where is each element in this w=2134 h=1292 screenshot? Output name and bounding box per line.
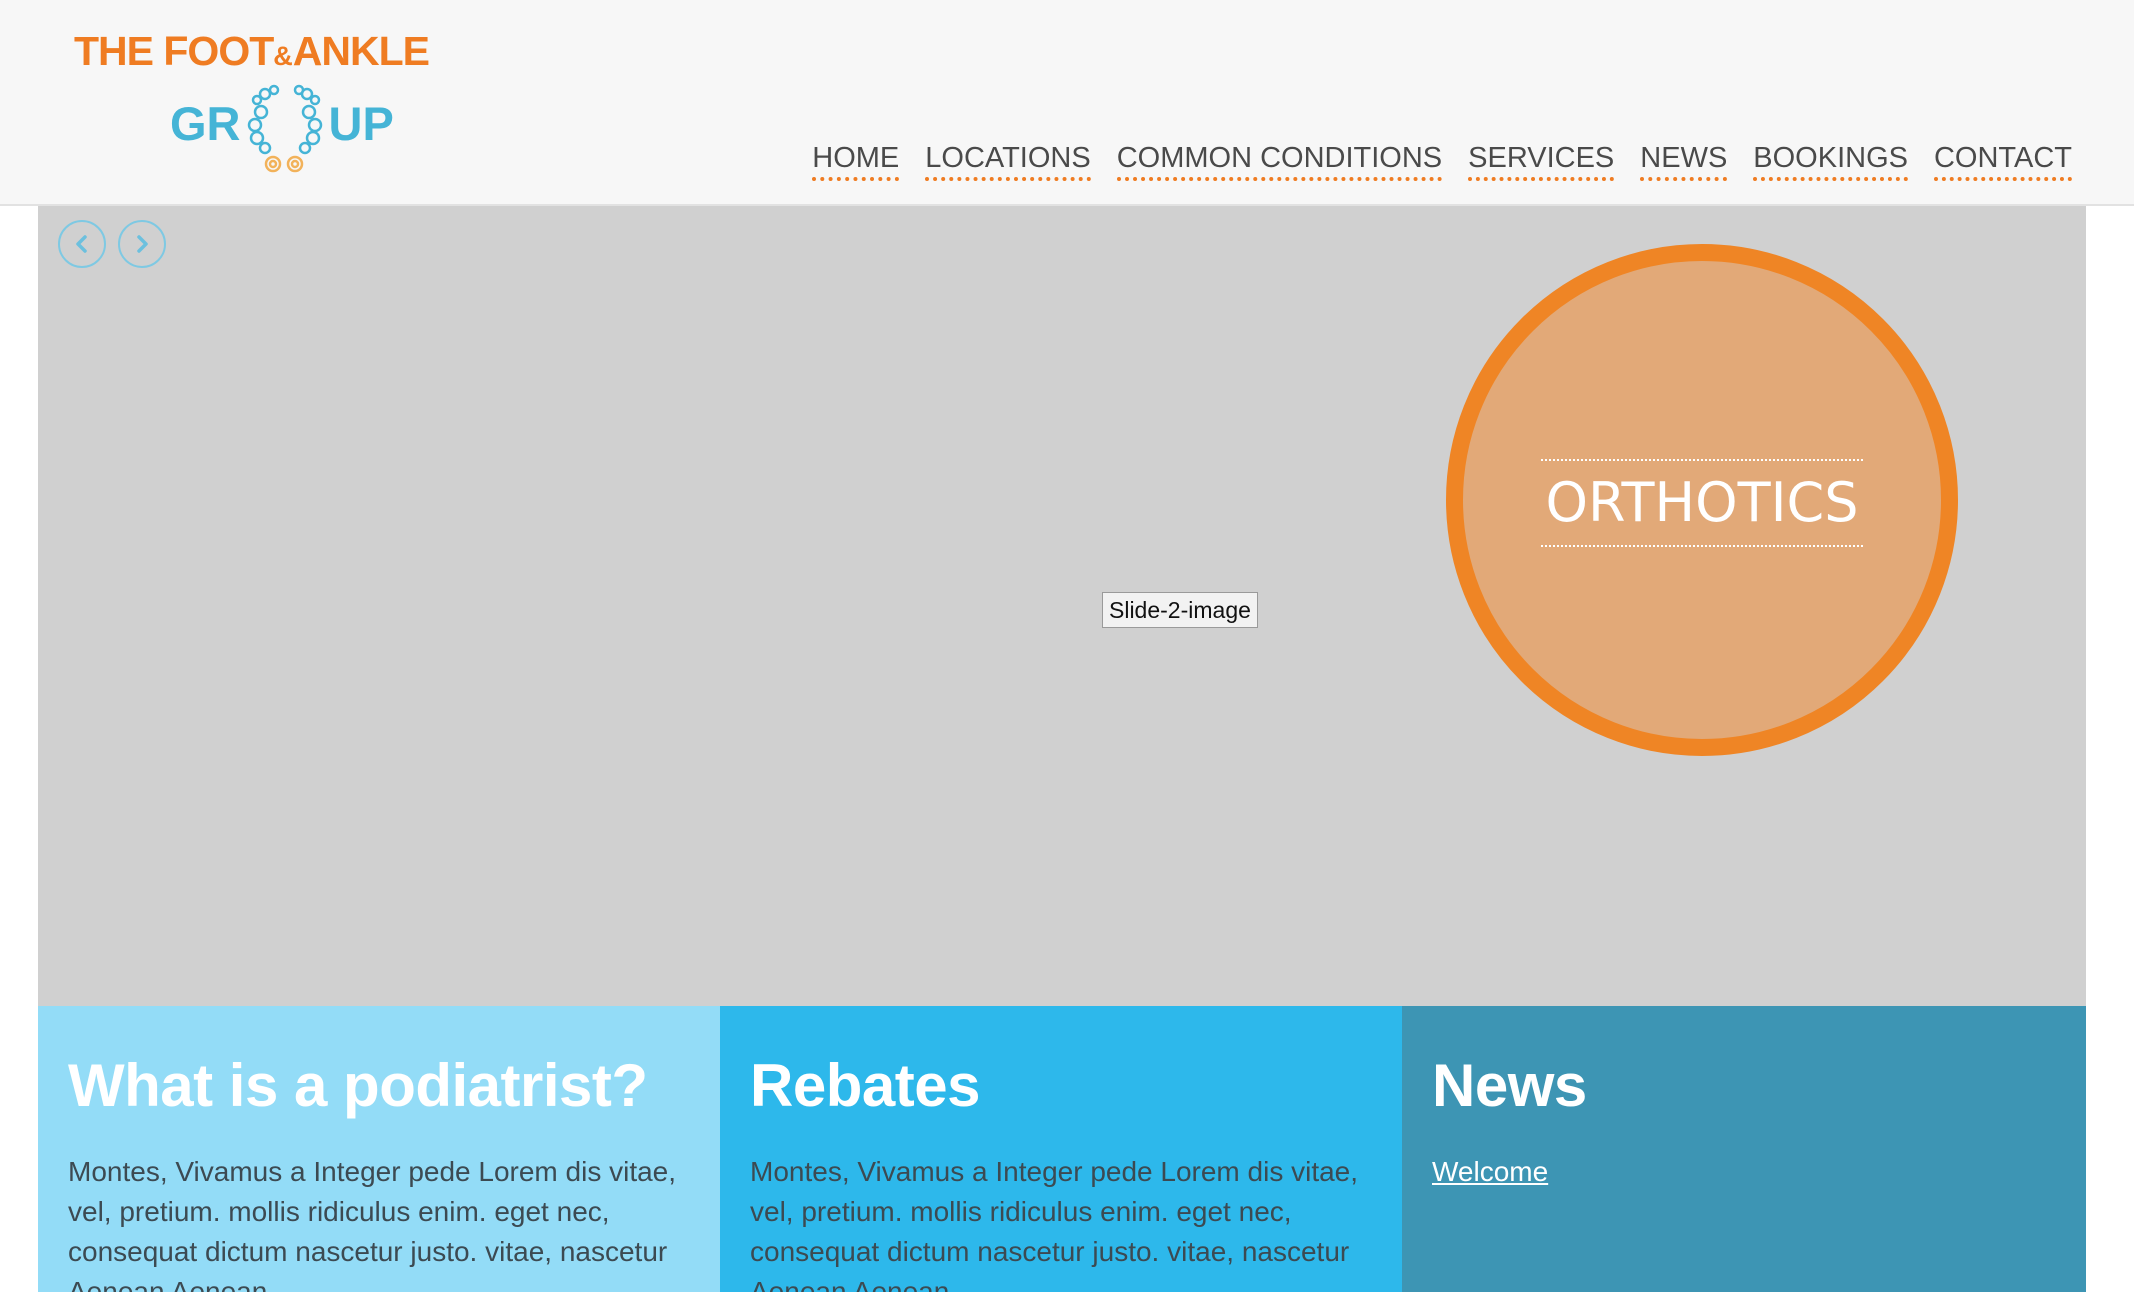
logo-text-gr: GR	[170, 97, 241, 150]
main-nav: HOME LOCATIONS COMMON CONDITIONS SERVICE…	[812, 141, 2072, 181]
feature-text: Montes, Vivamus a Integer pede Lorem dis…	[750, 1156, 1359, 1292]
slide-caption-circle[interactable]: ORTHOTICS	[1446, 244, 1958, 756]
slider-prev-button[interactable]	[58, 220, 106, 268]
logo-wordmark-bottom: GR UP	[170, 84, 394, 173]
logo-text-ankle: ANKLE	[292, 28, 430, 74]
logo-wordmark-top: THE FOOT&ANKLE	[74, 28, 430, 79]
chevron-right-icon	[137, 235, 148, 253]
chevron-left-icon	[76, 235, 87, 253]
nav-common-conditions[interactable]: COMMON CONDITIONS	[1116, 141, 1443, 181]
feature-box-podiatrist: What is a podiatrist? Montes, Vivamus a …	[38, 1006, 720, 1292]
logo-text-foot: THE FOOT	[74, 28, 274, 74]
feature-box-rebates: Rebates Montes, Vivamus a Integer pede L…	[720, 1006, 1402, 1292]
logo-ampersand: &	[273, 41, 293, 71]
slide-image-placeholder: Slide-2-image	[1102, 592, 1258, 628]
nav-home[interactable]: HOME	[812, 141, 900, 181]
site-logo[interactable]: THE FOOT&ANKLE GR UP	[72, 26, 482, 173]
feature-title[interactable]: News	[1432, 1044, 2056, 1128]
hero-slider: Slide-2-image ORTHOTICS	[38, 206, 2086, 1006]
slider-next-button[interactable]	[118, 220, 166, 268]
nav-locations[interactable]: LOCATIONS	[925, 141, 1091, 181]
feature-boxes: What is a podiatrist? Montes, Vivamus a …	[38, 1006, 2086, 1292]
slide-caption-text: ORTHOTICS	[1541, 459, 1863, 547]
news-link-welcome[interactable]: Welcome	[1432, 1152, 1548, 1192]
feature-box-news: News Welcome	[1402, 1006, 2086, 1292]
nav-services[interactable]: SERVICES	[1468, 141, 1615, 181]
feature-title[interactable]: Rebates	[750, 1044, 1372, 1128]
footprints-icon	[247, 84, 322, 173]
nav-contact[interactable]: CONTACT	[1933, 141, 2072, 181]
feature-title[interactable]: What is a podiatrist?	[68, 1044, 690, 1128]
nav-bookings[interactable]: BOOKINGS	[1753, 141, 1908, 181]
feature-text: Montes, Vivamus a Integer pede Lorem dis…	[68, 1156, 677, 1292]
site-header: THE FOOT&ANKLE GR UP HOME LOCATIONS COMM…	[0, 0, 2134, 206]
nav-news[interactable]: NEWS	[1640, 141, 1728, 181]
slide-caption: ORTHOTICS	[1463, 459, 1941, 547]
logo-text-up: UP	[328, 97, 394, 150]
